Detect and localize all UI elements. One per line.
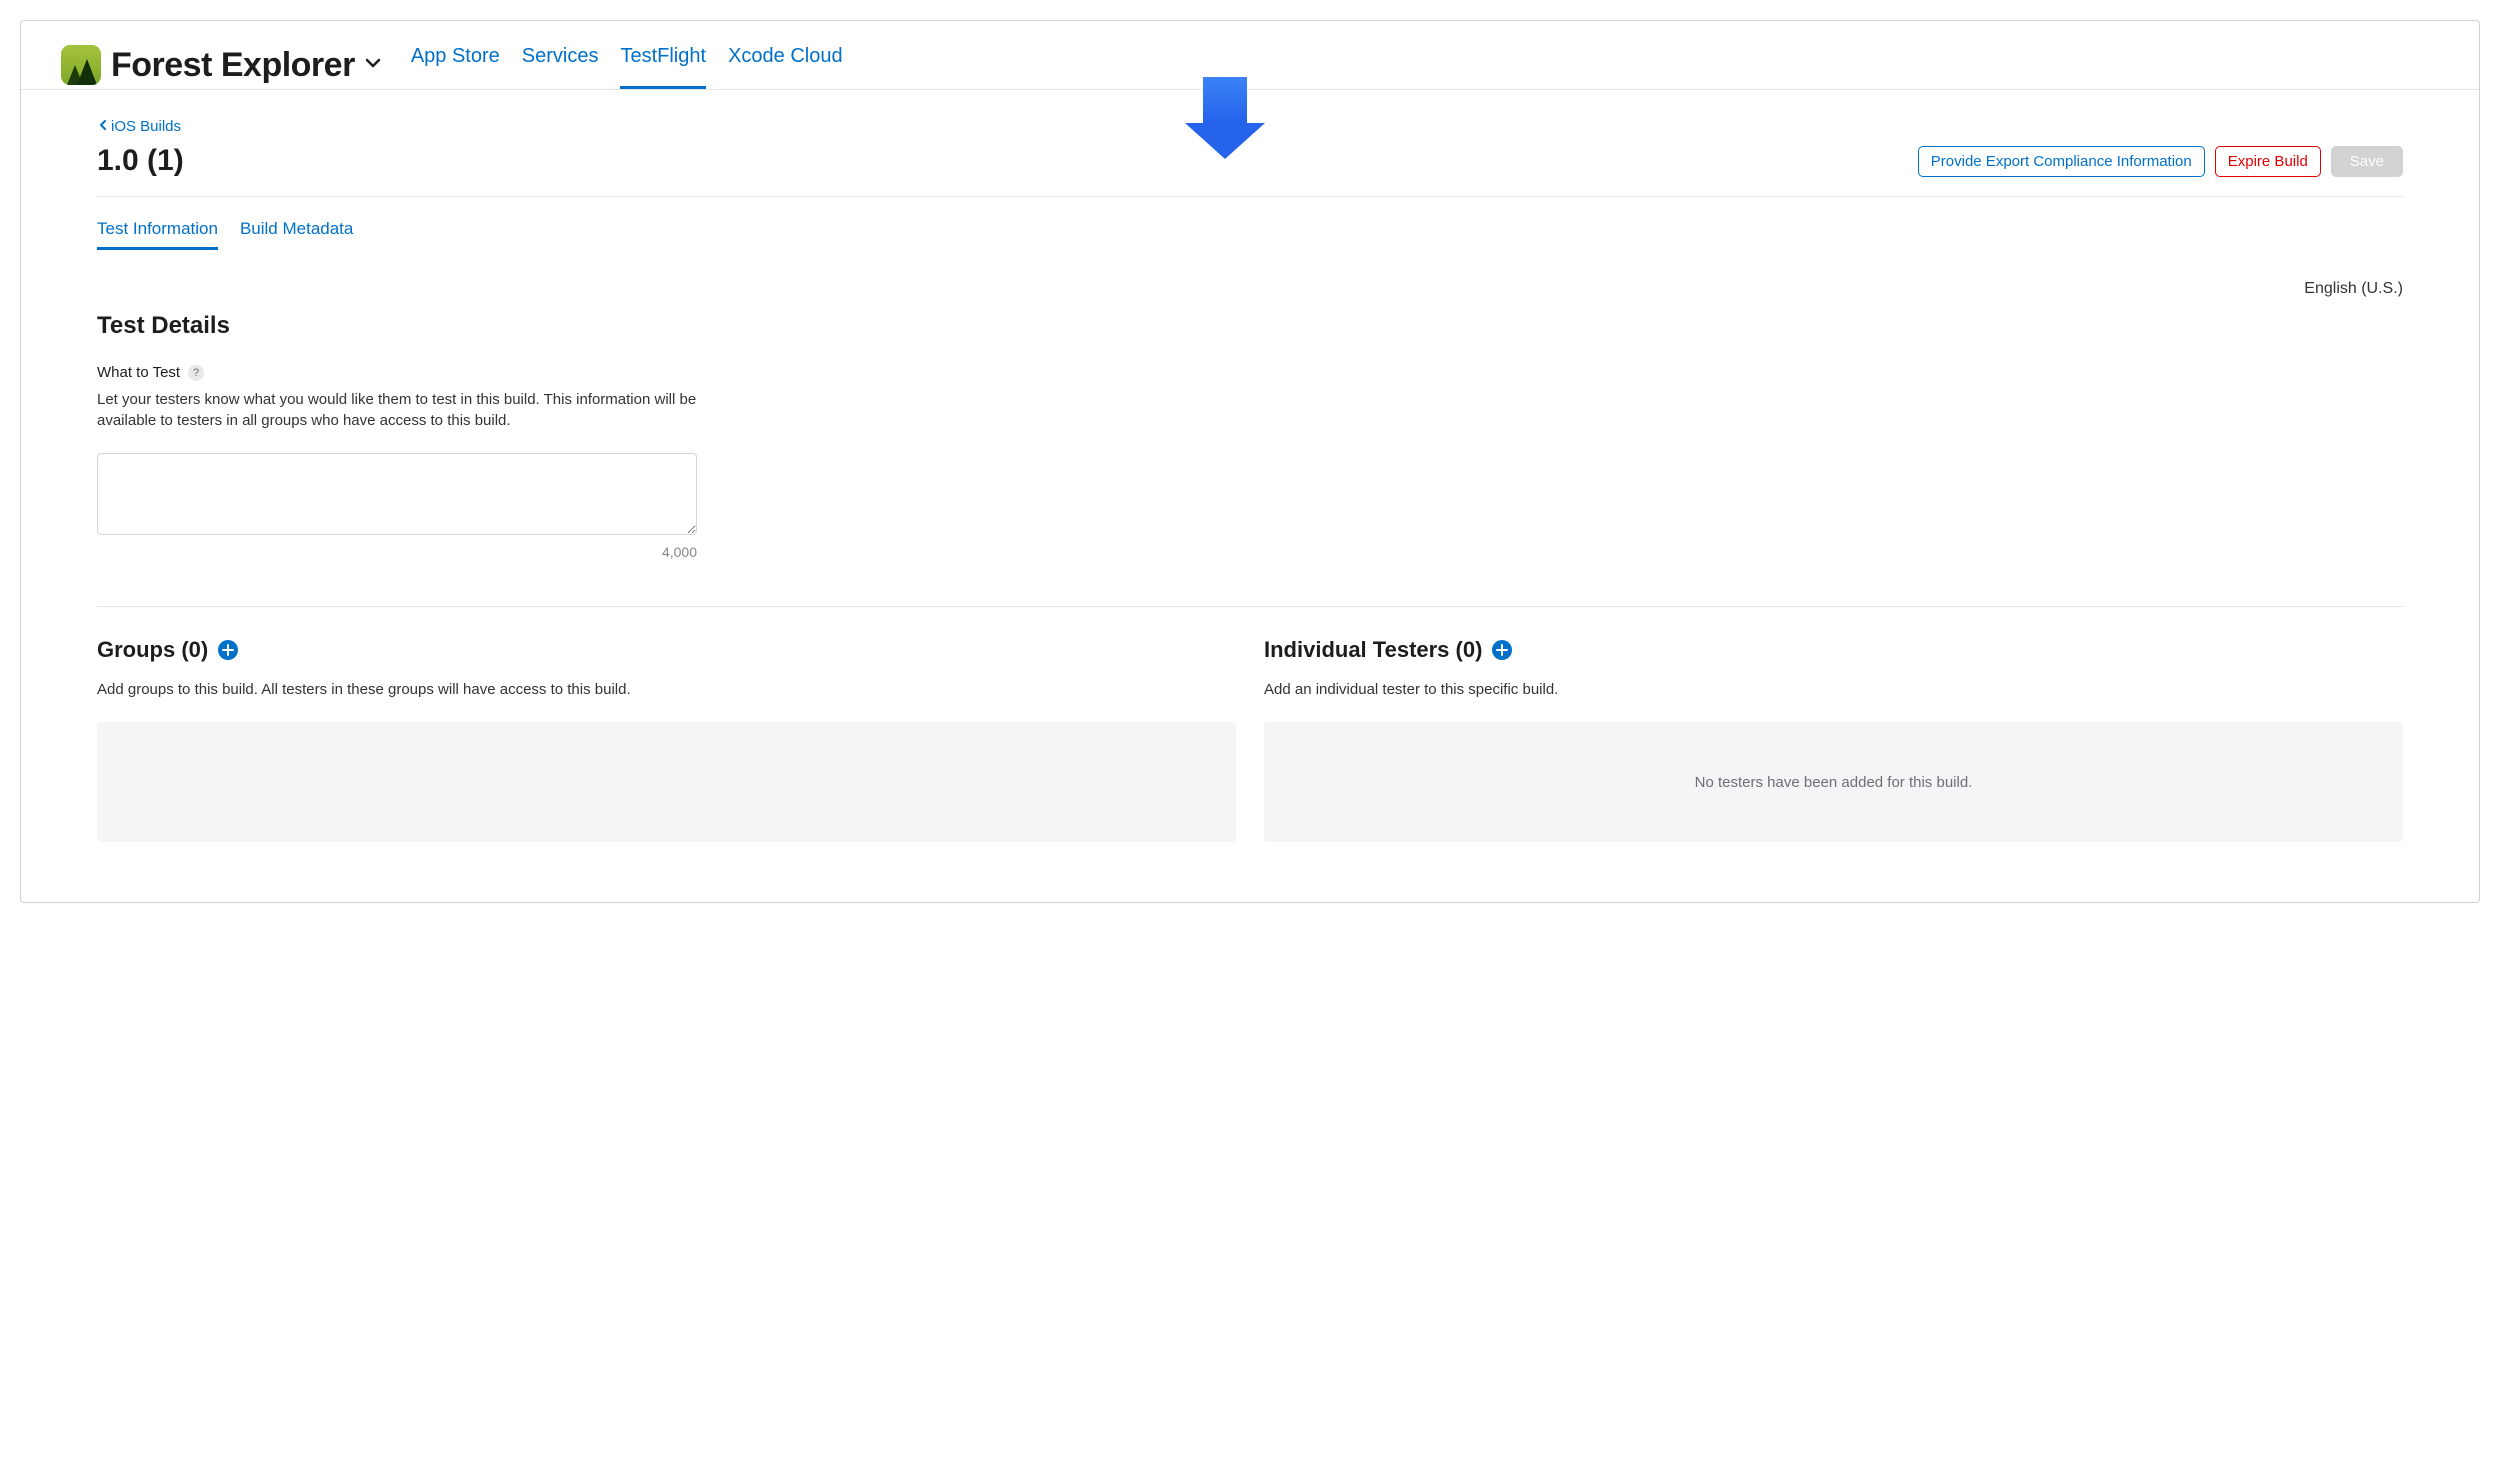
back-link[interactable]: iOS Builds <box>97 118 181 135</box>
groups-empty-panel <box>97 722 1236 842</box>
save-button: Save <box>2331 146 2403 177</box>
groups-heading: Groups (0) <box>97 637 208 663</box>
tab-services[interactable]: Services <box>522 41 599 89</box>
help-icon[interactable]: ? <box>188 365 204 381</box>
primary-nav: App Store Services TestFlight Xcode Clou… <box>411 41 843 89</box>
char-limit: 4,000 <box>97 544 697 560</box>
tab-xcode-cloud[interactable]: Xcode Cloud <box>728 41 843 89</box>
tab-test-information[interactable]: Test Information <box>97 219 218 250</box>
individual-testers-heading: Individual Testers (0) <box>1264 637 1482 663</box>
individual-testers-description: Add an individual tester to this specifi… <box>1264 681 2403 698</box>
add-tester-button[interactable] <box>1492 640 1512 660</box>
app-switcher[interactable]: Forest Explorer <box>111 46 383 85</box>
what-to-test-description: Let your testers know what you would lik… <box>97 389 717 431</box>
provide-compliance-button[interactable]: Provide Export Compliance Information <box>1918 146 2205 177</box>
tab-app-store[interactable]: App Store <box>411 41 500 89</box>
tab-testflight[interactable]: TestFlight <box>620 41 706 89</box>
what-to-test-label: What to Test <box>97 364 180 381</box>
tab-build-metadata[interactable]: Build Metadata <box>240 219 353 250</box>
individual-testers-empty-panel: No testers have been added for this buil… <box>1264 722 2403 842</box>
chevron-left-icon <box>97 118 109 135</box>
divider <box>97 606 2403 607</box>
individual-testers-empty-text: No testers have been added for this buil… <box>1695 774 1973 791</box>
add-group-button[interactable] <box>218 640 238 660</box>
test-details-heading: Test Details <box>97 312 2403 340</box>
action-buttons: Provide Export Compliance Information Ex… <box>1918 146 2403 177</box>
groups-description: Add groups to this build. All testers in… <box>97 681 1236 698</box>
app-name: Forest Explorer <box>111 46 355 85</box>
back-link-label: iOS Builds <box>111 118 181 135</box>
plus-icon <box>1496 644 1508 656</box>
plus-icon <box>222 644 234 656</box>
app-header: Forest Explorer App Store Services TestF… <box>21 21 2479 90</box>
sub-tabs: Test Information Build Metadata <box>97 219 2403 250</box>
app-icon <box>61 45 101 85</box>
expire-build-button[interactable]: Expire Build <box>2215 146 2321 177</box>
build-title: 1.0 (1) <box>97 144 184 178</box>
what-to-test-input[interactable] <box>97 453 697 535</box>
locale-selector[interactable]: English (U.S.) <box>97 280 2403 298</box>
chevron-down-icon <box>363 53 383 78</box>
